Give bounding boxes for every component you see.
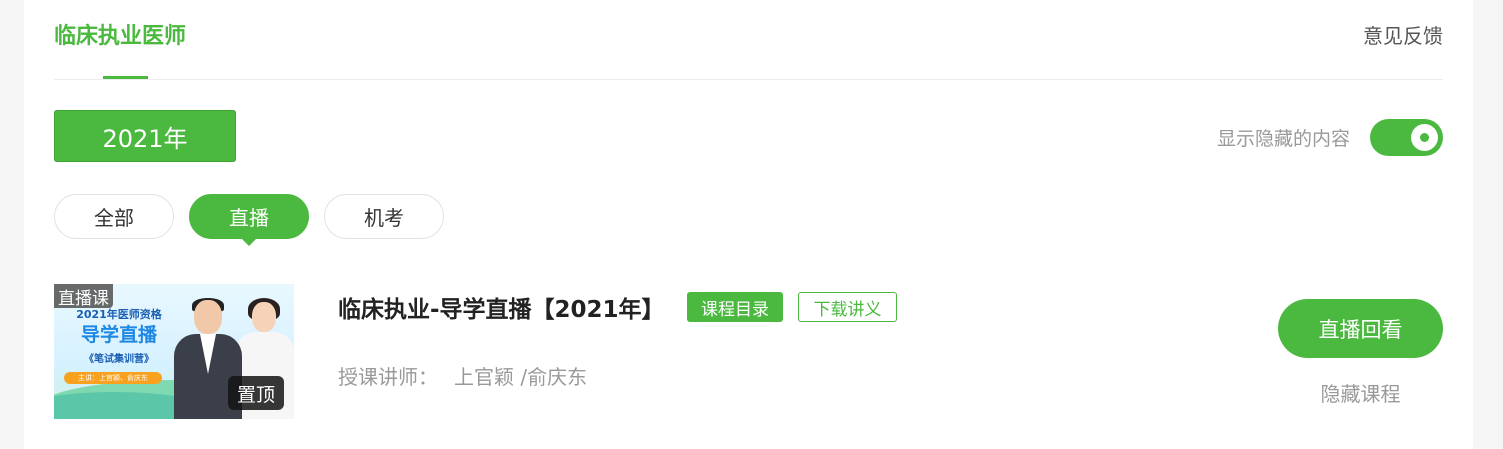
teacher-label: 授课讲师： (338, 365, 438, 389)
thumbnail-line4: 主讲：上官颖、俞庆东 (64, 372, 162, 384)
thumbnail-line2: 导学直播 (80, 324, 157, 346)
teacher-line: 授课讲师： 上官颖 /俞庆东 (338, 361, 587, 390)
show-hidden-label: 显示隐藏的内容 (1216, 128, 1350, 150)
show-hidden-toggle[interactable] (1370, 119, 1443, 156)
header-divider (54, 79, 1443, 80)
year-select-button[interactable]: 2021年 (54, 110, 236, 162)
teacher-names: 上官颖 /俞庆东 (454, 365, 588, 389)
tab-exam[interactable]: 机考 (324, 194, 444, 239)
toggle-knob (1411, 124, 1438, 151)
download-notes-button[interactable]: 下载讲义 (798, 292, 897, 322)
live-course-badge: 直播课 (54, 284, 113, 309)
live-replay-button[interactable]: 直播回看 (1278, 299, 1443, 358)
tab-live[interactable]: 直播 (189, 194, 309, 246)
thumbnail-line3: 《笔试集训营》 (84, 354, 154, 365)
feedback-link[interactable]: 意见反馈 (1363, 20, 1443, 49)
hide-course-link[interactable]: 隐藏课程 (1278, 378, 1443, 407)
course-title[interactable]: 临床执业-导学直播【2021年】 (338, 290, 665, 324)
pinned-badge: 置顶 (228, 376, 284, 410)
tab-all[interactable]: 全部 (54, 194, 174, 239)
course-catalog-button[interactable]: 课程目录 (687, 292, 783, 322)
page-title: 临床执业医师 (54, 24, 187, 49)
